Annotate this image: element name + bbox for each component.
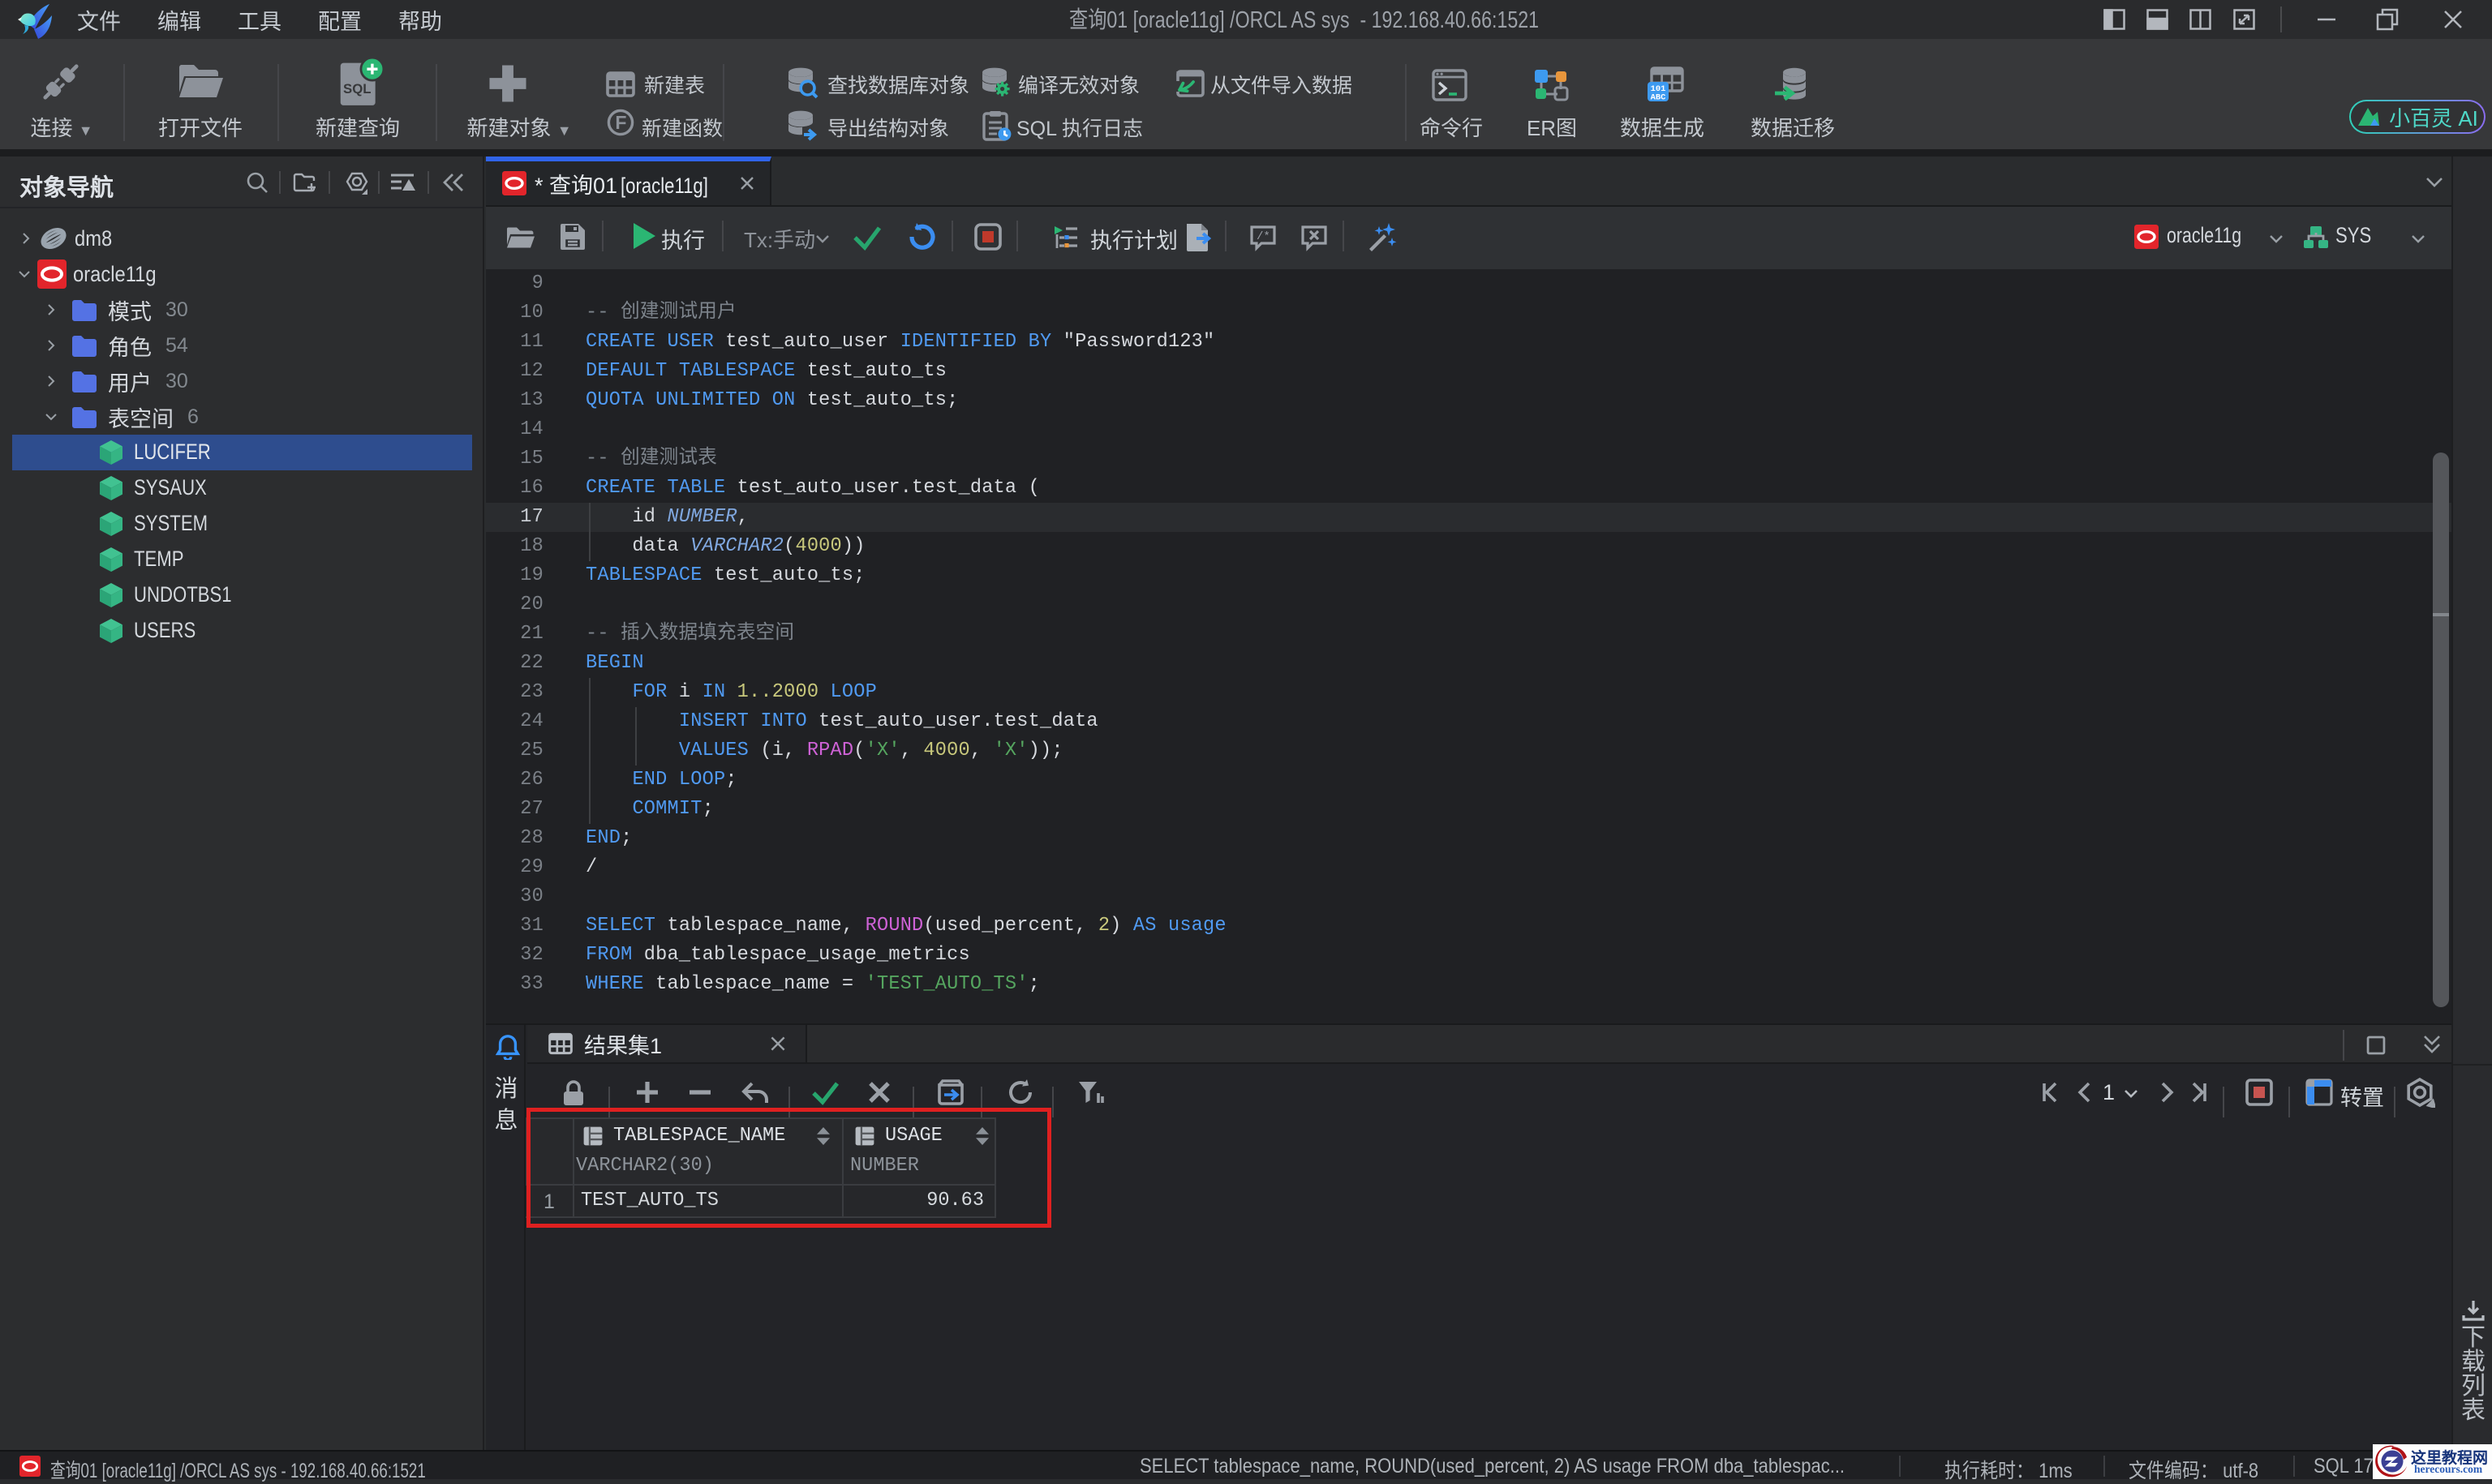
svg-text:/*: /* (1257, 230, 1270, 243)
svg-text:SQL: SQL (343, 81, 372, 97)
svg-text:ABC: ABC (1651, 93, 1666, 102)
svg-text:F: F (615, 112, 626, 133)
